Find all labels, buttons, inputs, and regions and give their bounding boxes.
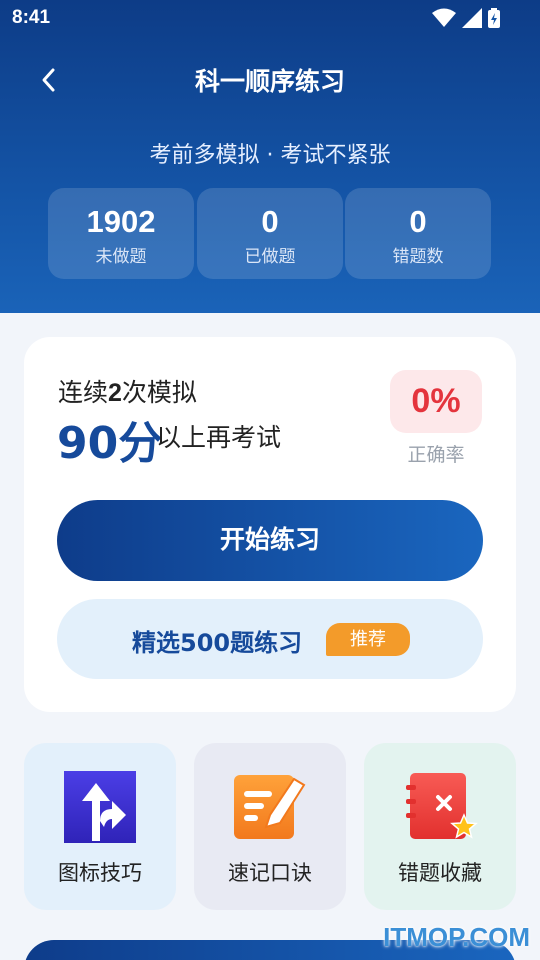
goal-suffix: 次模拟 (121, 378, 197, 407)
page-subtitle: 考前多模拟 · 考试不紧张 (149, 143, 391, 168)
recommend-badge: 推荐 (326, 623, 410, 656)
practice-card: 连续2次模拟 90分 以上再考试 0% 正确率 开始练习 精选500题练习 推荐 (24, 337, 516, 712)
target-score: 90分 (57, 418, 163, 469)
stat-wrong-value: 0 (409, 204, 427, 239)
select-500-button[interactable]: 精选500题练习 推荐 (57, 599, 483, 679)
accuracy-label: 正确率 (407, 444, 465, 466)
stat-undone[interactable]: 1902 未做题 (48, 188, 194, 279)
tile-wrong-collection-label: 错题收藏 (398, 861, 482, 885)
tile-mnemonics[interactable]: 速记口诀 (194, 743, 346, 910)
wifi-icon (432, 8, 456, 27)
target-score-text: 以上再考试 (156, 423, 282, 452)
stat-done[interactable]: 0 已做题 (197, 188, 343, 279)
stat-done-value: 0 (261, 204, 279, 239)
status-icons (432, 8, 500, 28)
signal-icon (462, 8, 482, 28)
accuracy-value: 0% (390, 370, 482, 433)
page-title: 科一顺序练习 (194, 67, 345, 96)
tile-wrong-collection[interactable]: 错题收藏 (364, 743, 516, 910)
stat-wrong-label: 错题数 (392, 247, 444, 267)
goal-line: 连续2次模拟 (58, 373, 197, 409)
stat-undone-label: 未做题 (95, 247, 147, 267)
tile-sign-tips[interactable]: 图标技巧 (24, 743, 176, 910)
goal-prefix: 连续 (58, 378, 109, 407)
watermark: ITMOP.COM (383, 922, 530, 952)
stat-done-label: 已做题 (244, 247, 296, 267)
wrong-book-icon (406, 773, 478, 839)
stat-undone-value: 1902 (86, 204, 156, 239)
note-pencil-icon (234, 775, 306, 839)
start-practice-button[interactable]: 开始练习 (57, 500, 483, 581)
status-time: 8:41 (12, 7, 51, 28)
traffic-sign-icon (64, 771, 136, 843)
stat-wrong[interactable]: 0 错题数 (345, 188, 491, 279)
tile-sign-tips-label: 图标技巧 (58, 861, 142, 885)
battery-icon (488, 8, 500, 28)
goal-count: 2 (108, 379, 122, 407)
select-500-label: 精选500题练习 (132, 629, 303, 657)
header: 8:41 科一顺序练习 考前多模拟 · 考试不紧张 1902 未做题 0 已做题… (0, 0, 540, 313)
tile-mnemonics-label: 速记口诀 (228, 861, 312, 885)
